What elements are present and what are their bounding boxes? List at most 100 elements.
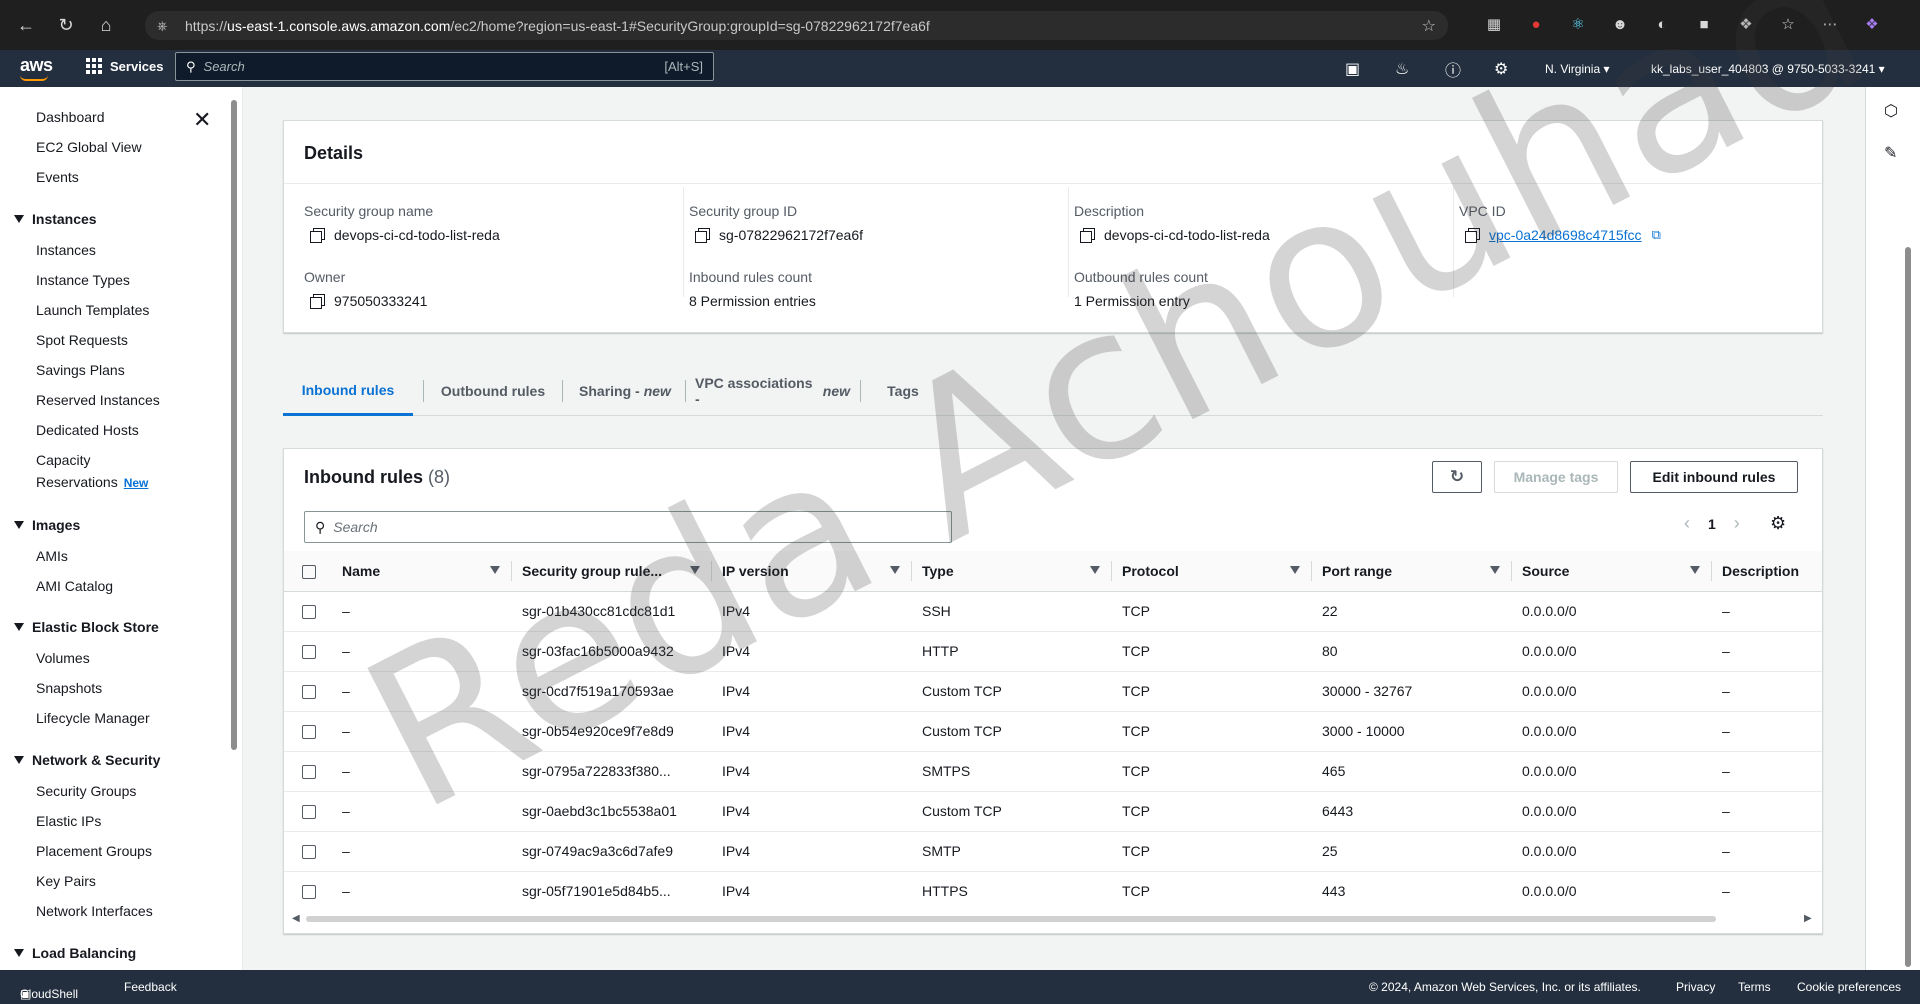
manage-tags-button[interactable]: Manage tags: [1494, 461, 1618, 493]
sidebar-item-reservations[interactable]: Reservations New: [36, 474, 148, 490]
col-ip-version[interactable]: IP version: [712, 551, 912, 592]
sidebar-item-lifecycle-manager[interactable]: Lifecycle Manager: [36, 710, 150, 726]
table-row[interactable]: – sgr-0795a722833f380... IPv4 SMTPS TCP 465 0.…: [284, 751, 1822, 792]
sidebar-item-dedicated-hosts[interactable]: Dedicated Hosts: [36, 422, 139, 438]
vpc-id-link[interactable]: vpc-0a24d8698c4715fcc: [1489, 227, 1642, 243]
tab-sharing[interactable]: Sharing - new: [575, 366, 675, 416]
sidebar-section-instances[interactable]: Instances: [14, 211, 97, 227]
terms-link[interactable]: Terms: [1738, 980, 1771, 994]
edit-inbound-rules-button[interactable]: Edit inbound rules: [1630, 461, 1798, 493]
scroll-right-icon[interactable]: ▶: [1804, 913, 1812, 924]
table-row[interactable]: – sgr-01b430cc81cdc81d1 IPv4 SSH TCP 22 0.0.0.…: [284, 591, 1822, 632]
sidebar-item-global-view[interactable]: EC2 Global View: [36, 139, 142, 155]
home-icon[interactable]: ⌂: [92, 11, 120, 39]
copy-icon[interactable]: [310, 294, 325, 309]
sidebar-item-instances[interactable]: Instances: [36, 242, 96, 258]
sidebar-section-load-balancing[interactable]: Load Balancing: [14, 945, 136, 961]
refresh-button[interactable]: ↻: [1432, 461, 1482, 493]
sidebar-item-volumes[interactable]: Volumes: [36, 650, 90, 666]
refresh-icon[interactable]: ↻: [52, 11, 80, 39]
table-row[interactable]: – sgr-0749ac9a3c6d7afe9 IPv4 SMTP TCP 25 0.0.0…: [284, 831, 1822, 872]
aws-search-input[interactable]: ⚲ Search [Alt+S]: [175, 52, 714, 81]
sidebar-item-spot-requests[interactable]: Spot Requests: [36, 332, 128, 348]
tab-inbound-rules[interactable]: Inbound rules: [283, 366, 413, 416]
tab-vpc-associations[interactable]: VPC associations - new: [695, 366, 850, 416]
table-settings-gear-icon[interactable]: ⚙: [1770, 513, 1786, 534]
col-rule-id[interactable]: Security group rule...: [512, 551, 712, 592]
react-devtools-icon[interactable]: ⚛: [1564, 10, 1592, 38]
sidebar-item-network-interfaces[interactable]: Network Interfaces: [36, 903, 153, 919]
sidebar-item-amis[interactable]: AMIs: [36, 548, 68, 564]
table-row[interactable]: – sgr-05f71901e5d84b5... IPv4 HTTPS TCP 443 0.…: [284, 871, 1822, 911]
table-row[interactable]: – sgr-0cd7f519a170593ae IPv4 Custom TCP TCP 3…: [284, 671, 1822, 712]
sidebar-scroll-thumb[interactable]: [231, 100, 237, 750]
sidebar-item-instance-types[interactable]: Instance Types: [36, 272, 130, 288]
extension-red-icon[interactable]: ●: [1522, 10, 1550, 38]
sidebar-item-launch-templates[interactable]: Launch Templates: [36, 302, 149, 318]
sidebar-item-snapshots[interactable]: Snapshots: [36, 680, 102, 696]
account-menu[interactable]: kk_labs_user_404803 @ 9750-5033-3241 ▾: [1651, 50, 1885, 87]
table-row[interactable]: – sgr-03fac16b5000a9432 IPv4 HTTP TCP 80 0.0.0…: [284, 631, 1822, 672]
row-checkbox[interactable]: [302, 605, 316, 620]
tab-tags[interactable]: Tags: [873, 366, 933, 416]
help-icon[interactable]: ⓘ: [1445, 50, 1461, 87]
sidebar-item-capacity[interactable]: Capacity: [36, 452, 90, 468]
table-row[interactable]: – sgr-0aebd3c1bc5538a01 IPv4 Custom TCP TCP 6…: [284, 791, 1822, 832]
col-port-range[interactable]: Port range: [1312, 551, 1512, 592]
sidebar-item-ami-catalog[interactable]: AMI Catalog: [36, 578, 113, 594]
more-menu-icon[interactable]: ⋯: [1816, 10, 1844, 38]
back-icon[interactable]: ←: [12, 11, 40, 39]
aws-logo[interactable]: aws: [20, 55, 53, 76]
sidebar-item-elastic-ips[interactable]: Elastic IPs: [36, 813, 101, 829]
sidebar-section-network-security[interactable]: Network & Security: [14, 752, 160, 768]
copy-icon[interactable]: [310, 228, 325, 243]
site-info-icon[interactable]: ⎈: [157, 18, 175, 34]
page-number[interactable]: 1: [1708, 516, 1716, 532]
tab-outbound-rules[interactable]: Outbound rules: [433, 366, 553, 416]
copy-icon[interactable]: [695, 228, 710, 243]
next-page-icon[interactable]: ›: [1734, 513, 1740, 534]
col-type[interactable]: Type: [912, 551, 1112, 592]
region-selector[interactable]: N. Virginia ▾: [1545, 50, 1610, 87]
sidebar-item-events[interactable]: Events: [36, 169, 79, 185]
extensions-puzzle-icon[interactable]: ❖: [1732, 10, 1760, 38]
address-bar[interactable]: ⎈ https://us-east-1.console.aws.amazon.c…: [145, 11, 1448, 40]
sidebar-item-savings-plans[interactable]: Savings Plans: [36, 362, 125, 378]
copy-icon[interactable]: [1080, 228, 1095, 243]
sidebar-item-dashboard[interactable]: Dashboard: [36, 109, 105, 125]
sidebar-scrollbar[interactable]: [230, 90, 238, 960]
privacy-link[interactable]: Privacy: [1676, 980, 1715, 994]
page-scrollbar-thumb[interactable]: [1905, 247, 1911, 967]
prev-page-icon[interactable]: ‹: [1684, 513, 1690, 534]
settings-gear-icon[interactable]: ⚙: [1494, 50, 1508, 87]
sidebar-item-key-pairs[interactable]: Key Pairs: [36, 873, 96, 889]
bookmark-star-icon[interactable]: ☆: [1422, 16, 1436, 36]
row-checkbox[interactable]: [302, 725, 316, 740]
sidebar-section-images[interactable]: Images: [14, 517, 80, 533]
copilot-icon[interactable]: ❖: [1858, 10, 1886, 38]
row-checkbox[interactable]: [302, 885, 316, 900]
col-description[interactable]: Description: [1712, 551, 1822, 592]
row-checkbox[interactable]: [302, 765, 316, 780]
row-checkbox[interactable]: [302, 685, 316, 700]
row-checkbox[interactable]: [302, 845, 316, 860]
feedback-link[interactable]: Feedback: [124, 980, 177, 994]
sidebar-item-security-groups[interactable]: Security Groups: [36, 783, 136, 799]
row-checkbox[interactable]: [302, 805, 316, 820]
rules-search-input[interactable]: ⚲ Search: [304, 511, 952, 543]
col-protocol[interactable]: Protocol: [1112, 551, 1312, 592]
favorites-icon[interactable]: ☆: [1774, 10, 1802, 38]
cloudshell-nav-icon[interactable]: ▣: [1345, 50, 1360, 87]
scroll-left-icon[interactable]: ◀: [292, 913, 300, 924]
sidebar-section-ebs[interactable]: Elastic Block Store: [14, 619, 159, 635]
col-source[interactable]: Source: [1512, 551, 1712, 592]
qr-code-icon[interactable]: ▦: [1480, 10, 1508, 38]
table-row[interactable]: – sgr-0b54e920ce9f7e8d9 IPv4 Custom TCP TCP 3…: [284, 711, 1822, 752]
extension-avatar-icon[interactable]: ☻: [1606, 10, 1634, 38]
col-name[interactable]: Name: [332, 551, 512, 592]
feedback-panel-icon[interactable]: ✎: [1884, 143, 1897, 163]
dark-mode-icon[interactable]: ◐: [1648, 10, 1676, 38]
sidebar-item-placement-groups[interactable]: Placement Groups: [36, 843, 152, 859]
copy-icon[interactable]: [1465, 228, 1480, 243]
table-horizontal-scrollbar[interactable]: ◀ ▶: [292, 913, 1822, 925]
